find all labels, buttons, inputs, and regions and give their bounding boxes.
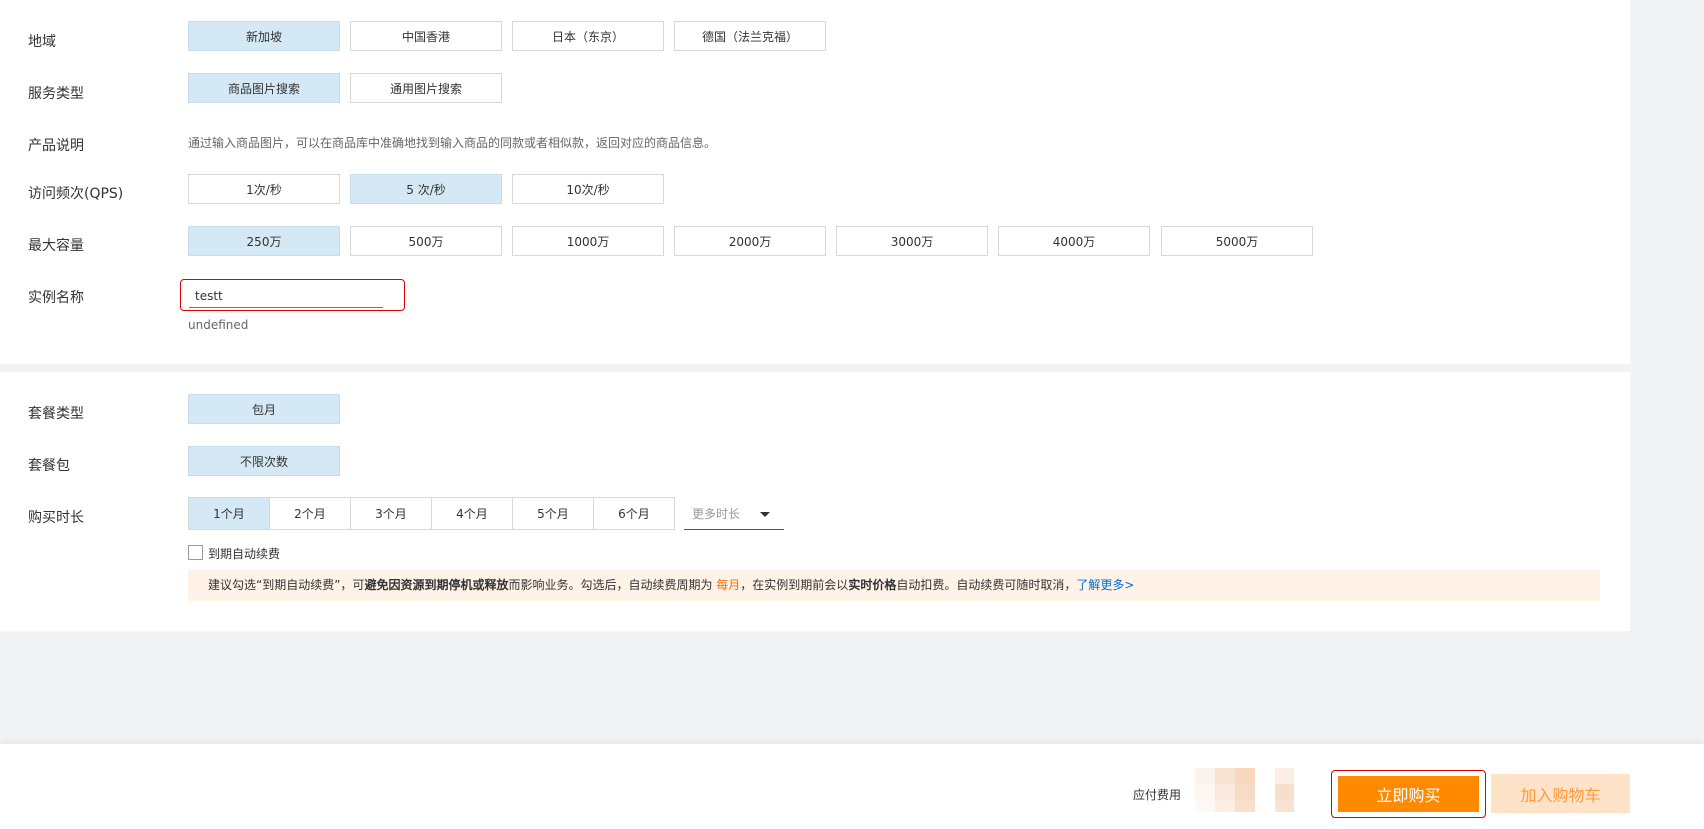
service-option-general-search[interactable]: 通用图片搜索 bbox=[350, 73, 502, 103]
instance-name-input[interactable] bbox=[189, 284, 383, 308]
duration-option-6[interactable]: 6个月 bbox=[593, 497, 675, 530]
notice-text-4: 自动扣费。自动续费可随时取消， bbox=[896, 578, 1077, 592]
plan-type-label: 套餐类型 bbox=[28, 406, 84, 422]
region-option-frankfurt[interactable]: 德国（法兰克福） bbox=[674, 21, 826, 51]
duration-option-1[interactable]: 1个月 bbox=[188, 497, 270, 530]
more-duration-label: 更多时长 bbox=[692, 507, 741, 521]
plan-pack-label: 套餐包 bbox=[28, 458, 70, 474]
capacity-option-3000[interactable]: 3000万 bbox=[836, 226, 988, 256]
qps-option-5[interactable]: 5 次/秒 bbox=[350, 174, 502, 204]
duration-option-4[interactable]: 4个月 bbox=[431, 497, 513, 530]
buy-now-button[interactable]: 立即购买 bbox=[1338, 776, 1479, 812]
add-to-cart-button[interactable]: 加入购物车 bbox=[1491, 774, 1630, 813]
auto-renew-label: 到期自动续费 bbox=[208, 547, 281, 561]
caret-down-icon bbox=[760, 512, 770, 517]
capacity-option-1000[interactable]: 1000万 bbox=[512, 226, 664, 256]
plan-pack-option-unlimited[interactable]: 不限次数 bbox=[188, 446, 340, 476]
capacity-label: 最大容量 bbox=[28, 238, 84, 254]
instance-name-hint: undefined bbox=[188, 318, 249, 332]
purchase-footer: 应付费用 立即购买 加入购物车 bbox=[0, 744, 1704, 829]
product-desc-label: 产品说明 bbox=[28, 138, 84, 154]
notice-bold-1: 避免因资源到期停机或释放 bbox=[364, 578, 509, 592]
capacity-option-5000[interactable]: 5000万 bbox=[1161, 226, 1313, 256]
plan-type-option-monthly[interactable]: 包月 bbox=[188, 394, 340, 424]
region-option-singapore[interactable]: 新加坡 bbox=[188, 21, 340, 51]
capacity-option-500[interactable]: 500万 bbox=[350, 226, 502, 256]
duration-label: 购买时长 bbox=[28, 510, 84, 526]
config-panel: 地域 新加坡 中国香港 日本（东京） 德国（法兰克福） 服务类型 商品图片搜索 … bbox=[0, 0, 1630, 364]
notice-period: 每月 bbox=[716, 578, 741, 592]
notice-bold-2: 实时价格 bbox=[848, 578, 897, 592]
notice-text-3: ，在实例到期前会以 bbox=[740, 578, 849, 592]
more-duration-select[interactable]: 更多时长 bbox=[684, 497, 784, 530]
duration-option-3[interactable]: 3个月 bbox=[350, 497, 432, 530]
auto-renew-notice: 建议勾选“到期自动续费”，可避免因资源到期停机或释放而影响业务。勾选后，自动续费… bbox=[188, 570, 1600, 601]
capacity-option-4000[interactable]: 4000万 bbox=[998, 226, 1150, 256]
service-type-label: 服务类型 bbox=[28, 86, 84, 102]
buy-now-highlight: 立即购买 bbox=[1331, 770, 1486, 818]
instance-name-label: 实例名称 bbox=[28, 290, 84, 306]
qps-option-10[interactable]: 10次/秒 bbox=[512, 174, 664, 204]
capacity-option-2000[interactable]: 2000万 bbox=[674, 226, 826, 256]
capacity-option-250[interactable]: 250万 bbox=[188, 226, 340, 256]
notice-text-2: 而影响业务。勾选后，自动续费周期为 bbox=[508, 578, 717, 592]
region-option-tokyo[interactable]: 日本（东京） bbox=[512, 21, 664, 51]
instance-name-highlight bbox=[180, 279, 405, 311]
fee-label: 应付费用 bbox=[1133, 788, 1182, 802]
learn-more-link[interactable]: 了解更多> bbox=[1076, 578, 1134, 592]
duration-option-2[interactable]: 2个月 bbox=[269, 497, 351, 530]
product-desc-text: 通过输入商品图片，可以在商品库中准确地找到输入商品的同款或者相似款，返回对应的商… bbox=[188, 136, 717, 150]
region-label: 地域 bbox=[28, 34, 56, 50]
qps-option-1[interactable]: 1次/秒 bbox=[188, 174, 340, 204]
auto-renew-checkbox[interactable] bbox=[188, 545, 203, 560]
region-option-hongkong[interactable]: 中国香港 bbox=[350, 21, 502, 51]
service-option-product-search[interactable]: 商品图片搜索 bbox=[188, 73, 340, 103]
notice-text-1: 建议勾选“到期自动续费”，可 bbox=[208, 578, 365, 592]
duration-option-5[interactable]: 5个月 bbox=[512, 497, 594, 530]
qps-label: 访问频次(QPS) bbox=[28, 186, 124, 202]
